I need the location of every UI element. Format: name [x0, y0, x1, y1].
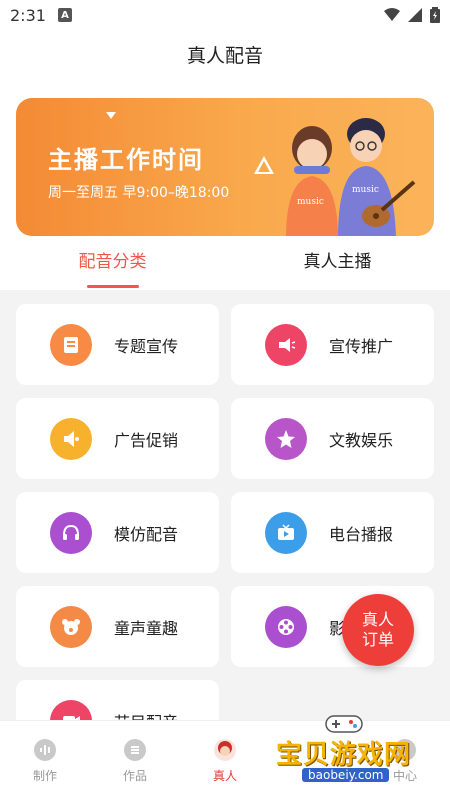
shirt-text-left: music	[297, 197, 324, 207]
hosts-illustration: music music	[286, 118, 416, 236]
category-card-kids-voice[interactable]: 童声童趣	[16, 586, 219, 667]
triangle-decoration	[106, 112, 116, 119]
category-tabs: 配音分类 真人主播	[0, 240, 450, 290]
gamepad-icon	[325, 715, 363, 733]
nav-label: 作品	[122, 769, 147, 783]
nav-item-create[interactable]: 制作	[0, 721, 90, 800]
category-card-radio[interactable]: 电台播报	[231, 492, 434, 573]
status-icons	[384, 7, 440, 23]
star-icon	[265, 417, 307, 460]
bear-icon	[50, 605, 92, 648]
category-label: 电台播报	[329, 524, 394, 544]
fab-line2: 订单	[361, 630, 394, 649]
document-icon	[50, 323, 92, 366]
category-label: 节目配音	[114, 709, 178, 721]
page-title: 真人配音	[186, 45, 263, 67]
megaphone-icon	[265, 323, 307, 366]
category-card-culture-entertainment[interactable]: 文教娱乐	[231, 398, 434, 479]
category-card-imitation[interactable]: 模仿配音	[16, 492, 219, 573]
banner-hours: 周一至周五 早9:00–晚18:00	[48, 185, 230, 201]
tab-voice-categories[interactable]: 配音分类	[0, 240, 225, 290]
tab-label: 真人主播	[303, 252, 372, 272]
avatar-icon	[214, 739, 236, 761]
real-person-order-button[interactable]: 真人 订单	[342, 594, 414, 666]
status-bar: 2:31 A	[0, 0, 450, 30]
work-hours-banner[interactable]: 主播工作时间 周一至周五 早9:00–晚18:00 music music	[16, 98, 434, 236]
category-card-program[interactable]: 节目配音	[16, 680, 219, 720]
nav-label: 制作	[32, 769, 57, 783]
waveform-icon	[34, 739, 56, 761]
category-card-ad-sales[interactable]: 广告促销	[16, 398, 219, 479]
headset-icon	[50, 511, 92, 554]
category-label: 宣传推广	[329, 336, 394, 356]
category-label: 广告促销	[114, 430, 179, 450]
battery-icon	[430, 7, 440, 23]
signal-icon	[408, 8, 422, 22]
status-time: 2:31	[10, 5, 46, 25]
tab-real-hosts[interactable]: 真人主播	[225, 240, 450, 290]
headphones-icon	[294, 166, 330, 174]
nav-item-real-person[interactable]: 真人	[180, 721, 270, 800]
video-icon	[50, 699, 92, 720]
notification-badge: A	[57, 8, 72, 22]
banner-headline: 主播工作时间	[48, 146, 204, 174]
shirt-text-right: music	[352, 185, 379, 195]
nav-label: 真人	[212, 769, 237, 783]
category-label: 童声童趣	[114, 618, 179, 638]
category-card-promotion[interactable]: 宣传推广	[231, 304, 434, 385]
speaker-icon	[50, 417, 92, 460]
film-reel-icon	[265, 605, 307, 648]
tab-label: 配音分类	[78, 252, 147, 272]
category-label: 模仿配音	[114, 524, 179, 544]
nav-item-works[interactable]: 作品	[90, 721, 180, 800]
watermark-url: baobeiy.com	[302, 768, 390, 782]
watermark-brand: 宝贝游戏网	[276, 740, 412, 770]
active-tab-indicator	[86, 285, 139, 288]
category-label: 专题宣传	[114, 336, 179, 356]
fab-line1: 真人	[361, 610, 394, 629]
list-icon	[124, 739, 146, 761]
site-watermark: 宝贝游戏网 baobeiy.com	[276, 712, 436, 788]
category-card-topic-promo[interactable]: 专题宣传	[16, 304, 219, 385]
category-label: 文教娱乐	[329, 430, 394, 450]
wifi-icon	[384, 8, 400, 21]
tv-play-icon	[265, 511, 307, 554]
